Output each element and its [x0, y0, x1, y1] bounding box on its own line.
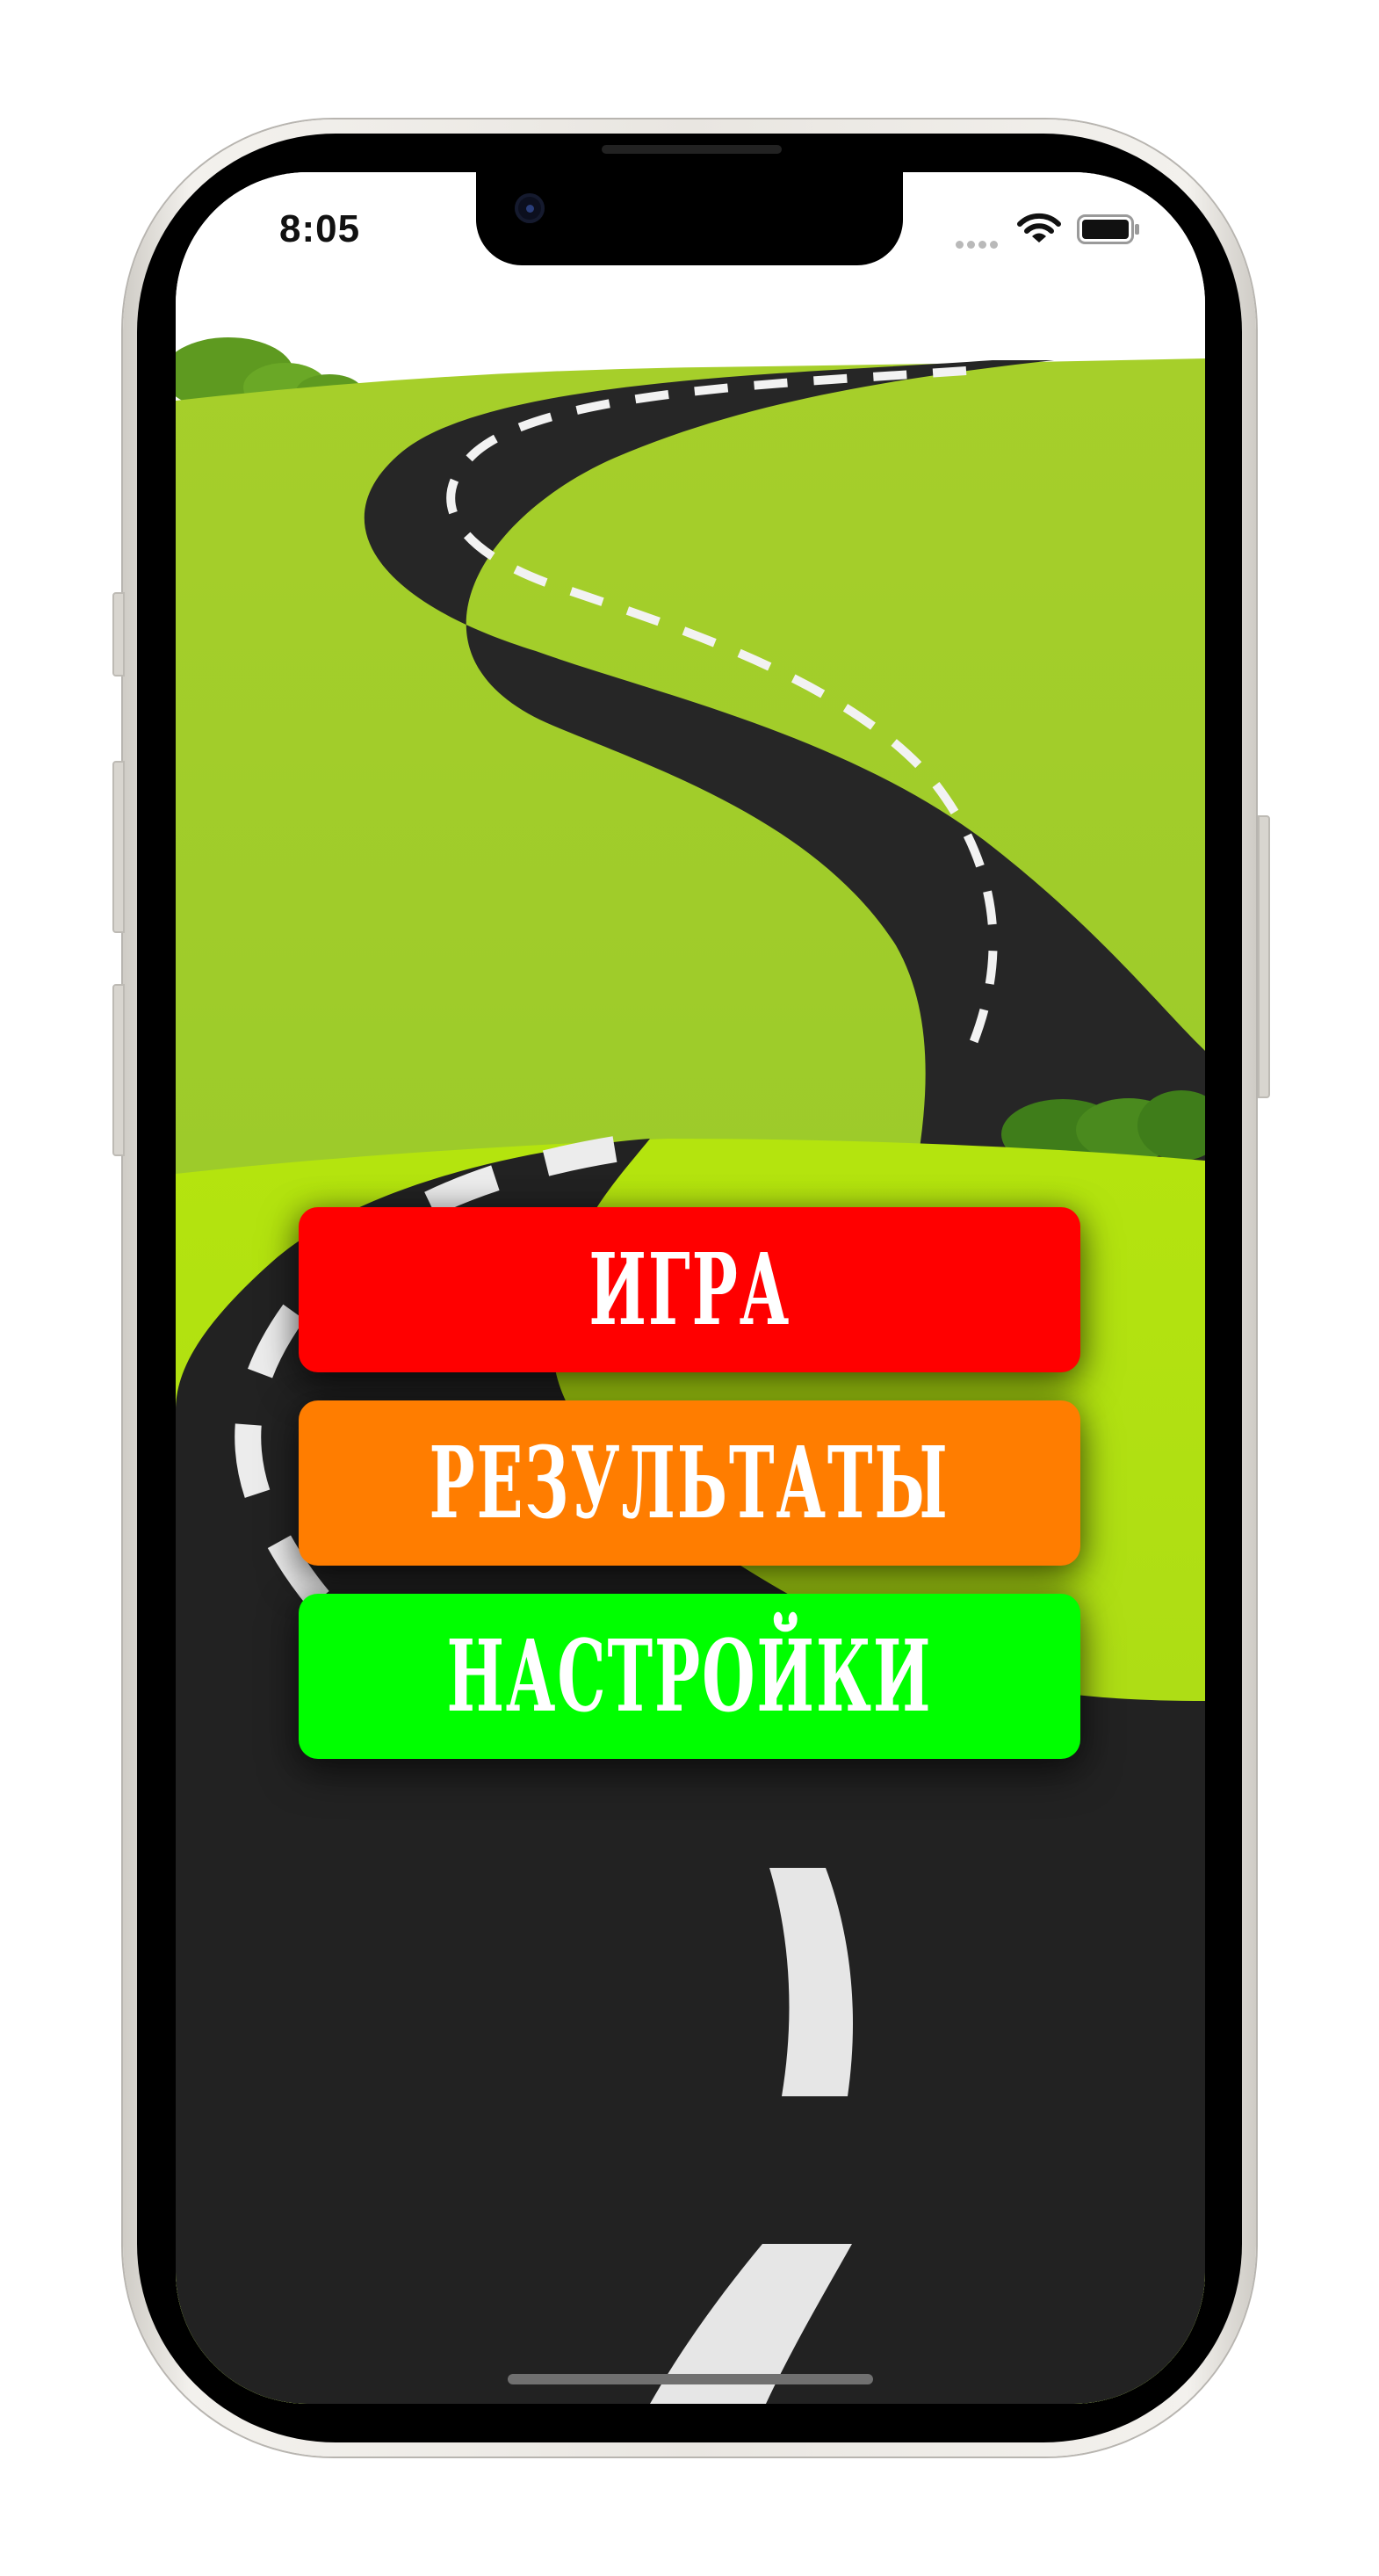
- wifi-icon: [1017, 213, 1061, 242]
- play-button-label: ИГРА: [588, 1232, 791, 1348]
- settings-button[interactable]: НАСТРОЙКИ: [299, 1594, 1080, 1759]
- battery-icon: [1077, 214, 1139, 244]
- signal-icon: [956, 235, 1005, 249]
- status-time: 8:05: [279, 207, 361, 250]
- notch: [476, 172, 903, 265]
- home-indicator[interactable]: [508, 2374, 873, 2384]
- play-button[interactable]: ИГРА: [299, 1207, 1080, 1372]
- volume-up-button: [112, 761, 125, 933]
- results-button[interactable]: РЕЗУЛЬТАТЫ: [299, 1400, 1080, 1566]
- app-screen: 8:05 ИГРА РЕЗУЛЬТАТЫ НАСТРОЙКИ: [176, 172, 1205, 2404]
- volume-down-button: [112, 984, 125, 1156]
- camera-icon: [515, 193, 545, 223]
- silent-switch: [112, 592, 125, 677]
- settings-button-label: НАСТРОЙКИ: [446, 1618, 933, 1734]
- earpiece: [602, 145, 782, 154]
- power-button: [1258, 815, 1270, 1098]
- results-button-label: РЕЗУЛЬТАТЫ: [429, 1425, 950, 1541]
